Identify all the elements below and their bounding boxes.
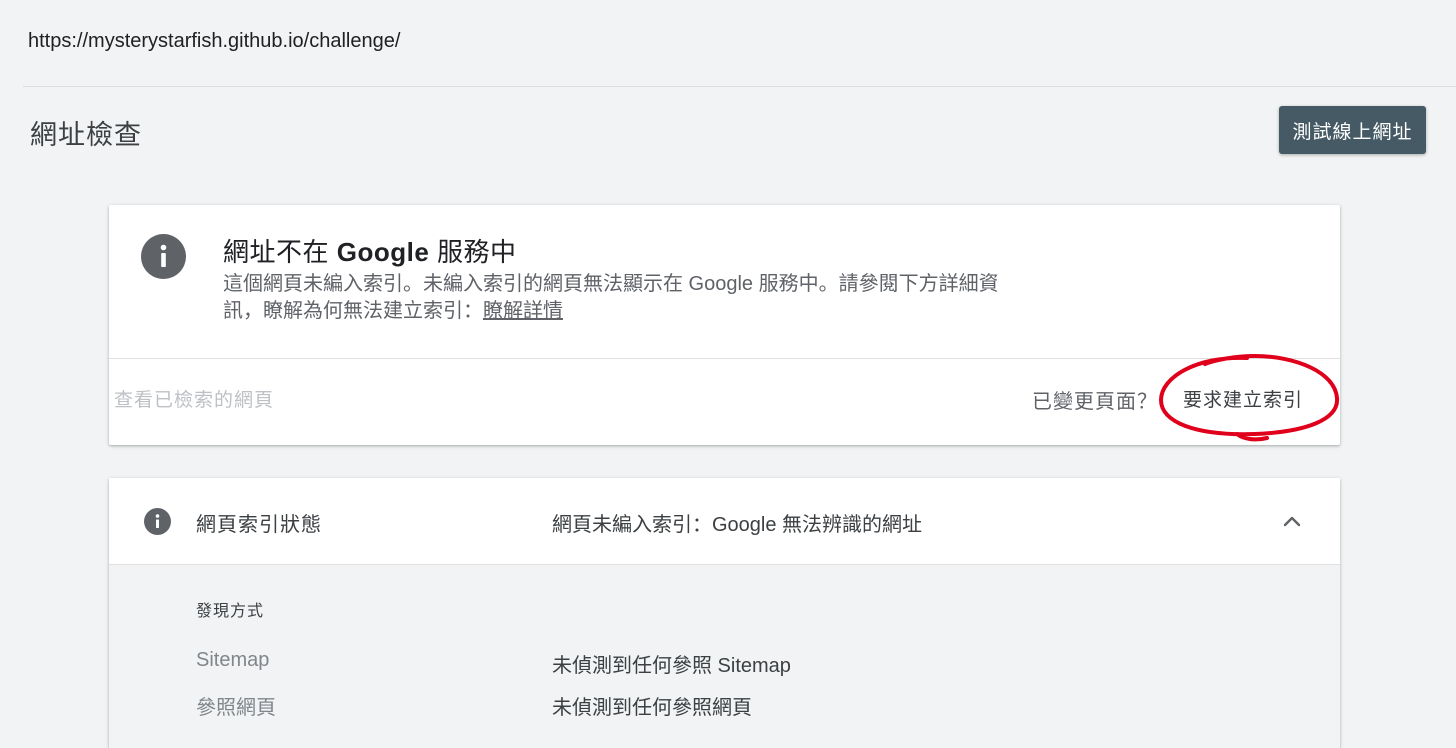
sitemap-value: 未偵測到任何參照 Sitemap	[552, 655, 791, 677]
info-icon	[141, 234, 186, 279]
page-indexing-value: 網頁未編入索引：Google 無法辨識的網址	[552, 514, 923, 536]
info-icon	[144, 508, 171, 535]
url-divider	[23, 86, 1456, 87]
page-indexing-header[interactable]: 網頁索引狀態 網頁未編入索引：Google 無法辨識的網址	[109, 478, 1340, 564]
page-indexing-label: 網頁索引狀態	[196, 514, 322, 536]
chevron-up-icon[interactable]	[1279, 508, 1305, 534]
status-title-suffix: 服務中	[429, 237, 517, 267]
view-crawled-page-button[interactable]: 查看已檢索的網頁	[114, 385, 274, 412]
page-indexing-details: 發現方式 Sitemap 未偵測到任何參照 Sitemap 參照網頁 未偵測到任…	[109, 564, 1340, 748]
request-indexing-button[interactable]: 要求建立索引	[1183, 385, 1303, 412]
url-bar: https://mysterystarfish.github.io/challe…	[0, 0, 1456, 87]
referring-page-value: 未偵測到任何參照網頁	[552, 697, 752, 719]
discovery-heading: 發現方式	[196, 603, 265, 620]
referring-page-label: 參照網頁	[196, 697, 276, 719]
status-title-prefix: 網址不在	[223, 237, 337, 267]
test-live-url-button[interactable]: 測試線上網址	[1279, 106, 1426, 154]
inspected-url: https://mysterystarfish.github.io/challe…	[28, 30, 401, 52]
learn-more-link[interactable]: 瞭解詳情	[483, 300, 563, 322]
status-description: 這個網頁未編入索引。未編入索引的網頁無法顯示在 Google 服務中。請參閱下方…	[223, 271, 1013, 325]
card-divider	[109, 358, 1340, 359]
status-description-text: 這個網頁未編入索引。未編入索引的網頁無法顯示在 Google 服務中。請參閱下方…	[223, 273, 999, 322]
page-indexing-card: 網頁索引狀態 網頁未編入索引：Google 無法辨識的網址 發現方式 Sitem…	[109, 478, 1340, 748]
page-changed-label: 已變更頁面？	[1032, 391, 1158, 413]
status-title: 網址不在 Google 服務中	[223, 232, 517, 269]
status-title-brand: Google	[336, 237, 430, 267]
page-title: 網址檢查	[30, 120, 142, 150]
sitemap-label: Sitemap	[196, 649, 270, 671]
